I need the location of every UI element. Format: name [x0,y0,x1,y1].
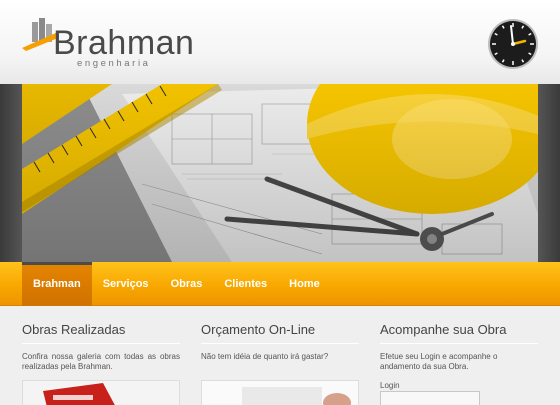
brahman-logo[interactable]: Brahman engenharia [22,10,222,74]
main-nav: Brahman Serviços Obras Clientes Home [0,262,560,306]
obras-thumbnail[interactable] [22,380,180,405]
obras-text: Confira nossa galeria com todas as obras… [22,352,180,371]
brand-tagline: engenharia [77,58,151,69]
banner-right-shade [538,84,560,262]
nav-item-home[interactable]: Home [278,262,331,306]
clock-icon [488,19,538,69]
divider [22,343,180,344]
banner-image [22,84,538,262]
nav-item-servicos[interactable]: Serviços [92,262,160,306]
divider [380,343,538,344]
orcamento-text: Não tem idéia de quanto irá gastar? [201,352,329,361]
login-input[interactable] [380,391,480,405]
obras-title[interactable]: Obras Realizadas [22,321,180,339]
site-header: Brahman engenharia [0,0,560,84]
acompanhe-text: Efetue seu Login e acompanhe o andamento… [380,352,498,371]
content-area: Obras Realizadas Confira nossa galeria c… [22,306,538,405]
nav-item-brahman[interactable]: Brahman [22,262,92,306]
brand-name: Brahman [53,24,195,62]
orcamento-thumbnail[interactable] [201,380,359,405]
nav-item-clientes[interactable]: Clientes [213,262,278,306]
divider [201,343,359,344]
obras-column: Obras Realizadas Confira nossa galeria c… [22,306,180,405]
nav-item-obras[interactable]: Obras [160,262,214,306]
acompanhe-column: Acompanhe sua Obra Efetue seu Login e ac… [380,306,538,405]
acompanhe-title[interactable]: Acompanhe sua Obra [380,321,538,339]
hero-banner [0,84,560,262]
login-label: Login [380,381,400,390]
orcamento-column: Orçamento On-Line Não tem idéia de quant… [201,306,359,405]
banner-left-shade [0,84,22,262]
orcamento-title[interactable]: Orçamento On-Line [201,321,359,339]
